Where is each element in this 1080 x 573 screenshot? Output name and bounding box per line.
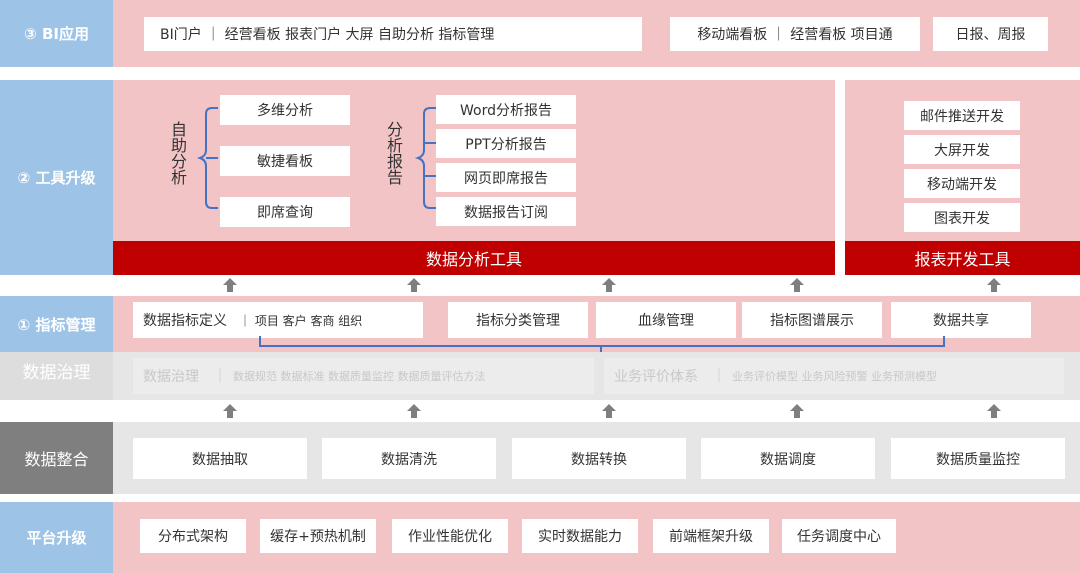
metrics-row-label: ① 指标管理: [0, 296, 113, 352]
job-performance-box: 作业性能优化: [392, 519, 508, 553]
up-arrow-icon: [223, 278, 237, 292]
up-arrow-icon: [790, 404, 804, 418]
report-dev-tool-bar: 报表开发工具: [845, 241, 1080, 275]
bi-row-label: ③ BI应用: [0, 0, 113, 67]
data-cleaning-box: 数据清洗: [322, 438, 496, 479]
word-report-box: Word分析报告: [436, 95, 576, 124]
up-arrow-icon: [987, 278, 1001, 292]
up-arrow-icon: [407, 404, 421, 418]
integration-row-label: 数据整合: [0, 422, 113, 494]
data-sharing-box: 数据共享: [891, 302, 1031, 338]
governance-row-label: 数据治理: [0, 352, 113, 400]
bi-mobile-box: 移动端看板 ｜ 经营看板 项目通: [670, 17, 920, 51]
metric-classification-box: 指标分类管理: [448, 302, 588, 338]
analysis-report-bracket: [414, 107, 436, 209]
up-arrow-icon: [407, 278, 421, 292]
business-evaluation-separator: ｜: [712, 369, 726, 385]
up-arrow-icon: [602, 404, 616, 418]
mobile-dev-box: 移动端开发: [904, 169, 1020, 198]
business-evaluation-title: 业务评价体系: [614, 369, 698, 385]
data-governance-items: 数据规范 数据标准 数据质量监控 数据质量评估方法: [233, 370, 486, 383]
lineage-management-box: 血缘管理: [596, 302, 736, 338]
adhoc-query-box: 即席查询: [220, 197, 350, 227]
realtime-data-box: 实时数据能力: [522, 519, 638, 553]
agile-dashboard-box: 敏捷看板: [220, 146, 350, 176]
web-report-box: 网页即席报告: [436, 163, 576, 192]
business-evaluation-box: 业务评价体系 ｜ 业务评价模型 业务风险预警 业务预测模型: [604, 358, 1064, 394]
business-evaluation-items: 业务评价模型 业务风险预警 业务预测模型: [732, 370, 937, 383]
multidim-analysis-box: 多维分析: [220, 95, 350, 125]
data-transformation-box: 数据转换: [512, 438, 686, 479]
frontend-upgrade-box: 前端框架升级: [653, 519, 769, 553]
cache-preheat-box: 缓存+预热机制: [260, 519, 376, 553]
metric-definition-title: 数据指标定义: [143, 313, 227, 329]
ppt-report-box: PPT分析报告: [436, 129, 576, 158]
metric-definition-dimensions: ｜ 项目 客户 客商 组织: [239, 313, 363, 328]
data-governance-box: 数据治理 ｜ 数据规范 数据标准 数据质量监控 数据质量评估方法: [133, 358, 594, 394]
platform-row-label: 平台升级: [0, 502, 113, 573]
metric-definition-box: 数据指标定义 ｜ 项目 客户 客商 组织: [133, 302, 423, 338]
bigscreen-dev-box: 大屏开发: [904, 135, 1020, 164]
data-quality-monitoring-box: 数据质量监控: [891, 438, 1065, 479]
self-analysis-vertical-label: 自助分析: [170, 120, 187, 187]
report-subscription-box: 数据报告订阅: [436, 197, 576, 226]
bi-portal-box: BI门户 ｜ 经营看板 报表门户 大屏 自助分析 指标管理: [144, 17, 642, 51]
analysis-tool-bar: 数据分析工具: [113, 241, 835, 275]
data-scheduling-box: 数据调度: [701, 438, 875, 479]
up-arrow-icon: [602, 278, 616, 292]
self-analysis-bracket: [196, 107, 218, 209]
up-arrow-icon: [223, 404, 237, 418]
distributed-architecture-box: 分布式架构: [140, 519, 246, 553]
analysis-report-vertical-label: 分析报告: [386, 120, 403, 187]
task-scheduler-box: 任务调度中心: [782, 519, 896, 553]
email-push-dev-box: 邮件推送开发: [904, 101, 1020, 130]
data-governance-title: 数据治理: [143, 369, 199, 385]
bi-daily-report-box: 日报、周报: [933, 17, 1048, 51]
chart-dev-box: 图表开发: [904, 203, 1020, 232]
up-arrow-icon: [790, 278, 804, 292]
data-extraction-box: 数据抽取: [133, 438, 307, 479]
tools-row-label: ② 工具升级: [0, 80, 113, 275]
metric-graph-box: 指标图谱展示: [742, 302, 882, 338]
up-arrow-icon: [987, 404, 1001, 418]
data-governance-separator: ｜: [213, 369, 227, 385]
